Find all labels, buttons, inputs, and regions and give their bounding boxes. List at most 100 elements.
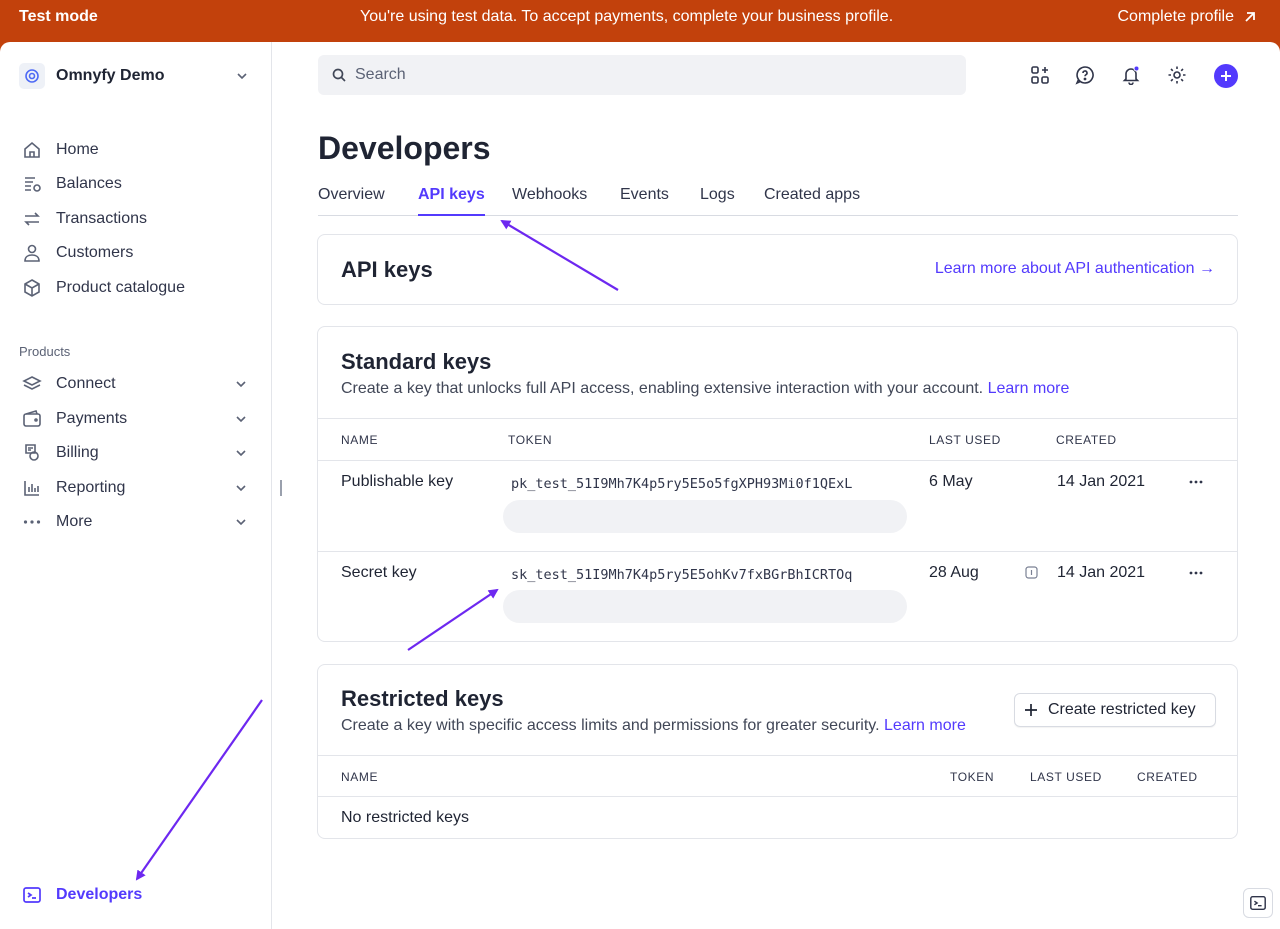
description-text: Create a key with specific access limits… <box>341 717 880 734</box>
divider <box>318 796 1237 797</box>
help-icon <box>1075 66 1094 85</box>
workbench-button[interactable] <box>1243 888 1273 918</box>
divider <box>318 460 1237 461</box>
sidebar-item-payments[interactable]: Payments <box>22 406 248 432</box>
api-auth-link[interactable]: Learn more about API authentication → <box>935 260 1215 278</box>
terminal-icon <box>1250 895 1266 911</box>
sidebar-item-billing[interactable]: Billing <box>22 440 248 466</box>
key-last-used: 6 May <box>929 473 973 490</box>
sidebar-item-developers[interactable]: Developers <box>22 885 142 905</box>
sidebar-item-connect[interactable]: Connect <box>22 371 248 397</box>
sidebar-item-transactions[interactable]: Transactions <box>22 206 248 232</box>
key-name: Secret key <box>341 564 417 581</box>
search-input[interactable] <box>355 66 935 84</box>
sidebar-item-label: Home <box>56 141 99 158</box>
sidebar-item-label: Balances <box>56 175 122 192</box>
key-name: Publishable key <box>341 473 454 490</box>
more-horizontal-icon <box>1189 480 1203 484</box>
column-header-name: NAME <box>341 770 379 784</box>
notifications-button[interactable] <box>1120 64 1142 86</box>
tab-webhooks[interactable]: Webhooks <box>512 186 587 216</box>
apps-button[interactable] <box>1029 64 1051 86</box>
settings-button[interactable] <box>1166 64 1188 86</box>
chevron-down-icon <box>236 485 246 492</box>
arrow-up-right-icon <box>1245 12 1255 22</box>
test-mode-banner: Test mode You're using test data. To acc… <box>0 0 1280 42</box>
tab-overview[interactable]: Overview <box>318 186 385 216</box>
sidebar-item-home[interactable]: Home <box>22 137 248 163</box>
sidebar-item-label: Billing <box>56 444 99 461</box>
info-icon[interactable] <box>1025 566 1038 579</box>
sidebar-item-label: More <box>56 513 93 530</box>
tab-bar: Overview API keys Webhooks Events Logs C… <box>318 182 1238 216</box>
chevron-down-icon <box>236 450 246 457</box>
key-last-used: 28 Aug <box>929 564 979 581</box>
key-token[interactable]: pk_test_51I9Mh7K4p5ry5E5o5fgXPH93Mi0f1QE… <box>511 476 852 492</box>
key-created: 14 Jan 2021 <box>1057 473 1146 490</box>
restricted-keys-description: Create a key with specific access limits… <box>341 717 966 735</box>
tab-api-keys[interactable]: API keys <box>418 186 485 216</box>
column-header-last-used: LAST USED <box>1030 770 1102 784</box>
empty-state-text: No restricted keys <box>341 809 470 826</box>
reporting-icon <box>22 478 42 498</box>
tab-created-apps[interactable]: Created apps <box>764 186 860 216</box>
app-shell: Omnyfy Demo Home Balances Transactions C… <box>0 42 1280 929</box>
payments-icon <box>22 409 42 429</box>
sidebar-resize-handle[interactable] <box>280 480 282 496</box>
help-button[interactable] <box>1074 64 1096 86</box>
more-horizontal-icon <box>1189 571 1203 575</box>
divider <box>318 418 1237 419</box>
customers-icon <box>22 243 42 263</box>
chevron-down-icon <box>237 73 247 80</box>
chevron-down-icon <box>236 519 246 526</box>
account-logo-icon <box>19 63 45 89</box>
description-text: Create a key that unlocks full API acces… <box>341 380 984 397</box>
sidebar-item-product-catalogue[interactable]: Product catalogue <box>22 275 248 301</box>
billing-icon <box>22 443 42 463</box>
sidebar-item-reporting[interactable]: Reporting <box>22 475 248 501</box>
tab-events[interactable]: Events <box>620 186 669 216</box>
sidebar-item-balances[interactable]: Balances <box>22 171 248 197</box>
key-created: 14 Jan 2021 <box>1057 564 1146 581</box>
create-restricted-key-button[interactable]: Create restricted key <box>1014 693 1216 727</box>
token-placeholder-bar <box>503 590 907 623</box>
search-bar[interactable] <box>318 55 966 95</box>
sidebar-item-label: Transactions <box>56 210 147 227</box>
sidebar-item-label: Product catalogue <box>56 279 185 296</box>
sidebar-item-label: Customers <box>56 244 134 261</box>
standard-keys-title: Standard keys <box>341 349 492 374</box>
sidebar-item-more[interactable]: More <box>22 509 248 535</box>
terminal-icon <box>23 887 41 903</box>
token-placeholder-bar <box>503 500 907 533</box>
learn-more-link[interactable]: Learn more <box>988 380 1070 397</box>
complete-profile-label: Complete profile <box>1117 8 1235 25</box>
account-name: Omnyfy Demo <box>56 67 165 84</box>
create-button[interactable] <box>1214 64 1238 88</box>
divider <box>318 755 1237 756</box>
complete-profile-link[interactable]: Complete profile <box>1118 8 1259 26</box>
chevron-down-icon <box>236 381 246 388</box>
divider <box>318 551 1237 552</box>
sidebar-item-label: Payments <box>56 410 128 427</box>
home-icon <box>22 140 42 160</box>
sidebar-item-customers[interactable]: Customers <box>22 240 248 266</box>
restricted-keys-title: Restricted keys <box>341 686 504 711</box>
row-actions-button[interactable] <box>1187 475 1205 489</box>
search-icon <box>332 68 346 82</box>
bell-icon <box>1122 65 1140 85</box>
column-header-name: NAME <box>341 433 379 447</box>
plus-icon <box>1025 704 1037 716</box>
tab-logs[interactable]: Logs <box>700 186 735 216</box>
row-actions-button[interactable] <box>1187 566 1205 580</box>
standard-keys-description: Create a key that unlocks full API acces… <box>341 380 1069 398</box>
sidebar-item-label: Reporting <box>56 479 126 496</box>
column-header-last-used: LAST USED <box>929 433 1001 447</box>
account-switcher[interactable]: Omnyfy Demo <box>19 62 249 90</box>
apps-icon <box>1031 66 1049 84</box>
restricted-keys-card: Restricted keys Create a key with specif… <box>317 664 1238 839</box>
key-token[interactable]: sk_test_51I9Mh7K4p5ry5E5ohKv7fxBGrBhICRT… <box>511 567 852 583</box>
standard-keys-card: Standard keys Create a key that unlocks … <box>317 326 1238 642</box>
connect-icon <box>22 374 42 394</box>
product-catalogue-icon <box>22 278 42 298</box>
learn-more-link[interactable]: Learn more <box>884 717 966 734</box>
